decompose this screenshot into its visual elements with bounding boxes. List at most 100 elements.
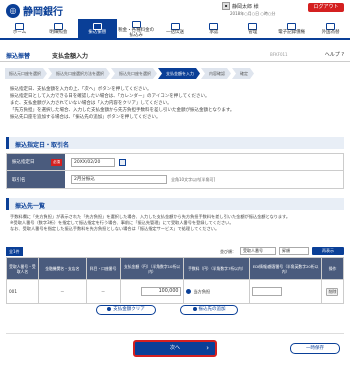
transaction-name-input[interactable]: 2月分振込 — [71, 175, 167, 184]
screen-id: BFKF011 — [270, 52, 288, 57]
bank-logo[interactable]: ◎ 静岡銀行 — [6, 3, 63, 18]
sort-key-value: 受取人番号 — [243, 248, 263, 253]
global-nav: ホーム 明細照会 振込振替 税金・各種料金の払込み 一括伝送 承認 管理 電子記… — [0, 19, 350, 40]
name-note: 全角10文字以内[半角可] — [171, 176, 216, 182]
nav-e-receivables[interactable]: 電子記録債権 — [272, 19, 311, 40]
fee-cell: 当方負担 — [183, 279, 251, 304]
step-item: 確定 — [232, 68, 254, 79]
nav-label: 振込振替 — [88, 30, 107, 36]
help-label: ヘルプ — [324, 52, 340, 58]
action-cell: 削除 — [320, 279, 345, 304]
bank-name: 静岡銀行 — [23, 7, 63, 18]
section-title: 振込先一覧 — [15, 203, 46, 210]
section-title: 振込指定日・取引名 — [15, 142, 70, 149]
column-header: EDI情報/顧客番号（半角英数字20桁以内） — [249, 257, 322, 280]
instructions: 振込指定日、支払金額を入力の上、「次へ」ボタンを押してください。 振込指定日とし… — [10, 86, 340, 121]
count-badge: 全1件 — [6, 247, 23, 256]
transfer-table: 受取人番号・受取人名 金融機関名・支店名 科目・口座番号 支払金額（円）（半角数… — [6, 257, 345, 304]
nav-home[interactable]: ホーム — [0, 19, 39, 40]
amount-input[interactable]: 100,000 — [141, 287, 182, 296]
fee-radio[interactable] — [186, 289, 192, 294]
date-form: 振込指定日 必須 20XX/02/20 取引名 2月分振込 全角10文字以内[半… — [6, 153, 344, 189]
chevron-right-icon: › — [206, 344, 209, 352]
logout-button[interactable]: ログアウト — [308, 3, 344, 12]
home-icon — [14, 23, 24, 31]
field-value: 20XX/02/20 — [65, 154, 343, 170]
column-header: 手数料（円）（半角数字7桁以内） — [183, 257, 251, 280]
next-button[interactable]: 次へ › — [133, 340, 217, 357]
add-payee-button[interactable]: 振込先の追加 — [180, 305, 238, 315]
section-heading-list: 振込先一覧 — [6, 198, 344, 210]
date-label: 振込指定日 — [12, 160, 35, 165]
nav-admin[interactable]: 管理 — [233, 19, 272, 40]
next-label: 次へ — [169, 345, 180, 351]
transfer-icon — [92, 23, 102, 31]
column-header: 受取人番号・受取人名 — [6, 257, 39, 280]
nav-label: 管理 — [248, 30, 258, 36]
edi-cell — [249, 279, 322, 304]
save-label: 一時保存 — [306, 346, 324, 351]
nav-bulk-transfer[interactable]: 一括伝送 — [156, 19, 195, 40]
divider — [6, 333, 344, 334]
statement-icon — [53, 23, 63, 31]
column-header: 金融機関名・支店名 — [37, 257, 87, 280]
page-category: 振込振替 — [6, 53, 31, 60]
table-header-row: 受取人番号・受取人名 金融機関名・支店名 科目・口座番号 支払金額（円）（半角数… — [6, 257, 345, 280]
step-item: 振込先口座選択方法を選択 — [48, 68, 110, 79]
add-label: 振込先の追加 — [198, 307, 226, 312]
sort-key-select[interactable]: 受取人番号 — [240, 247, 276, 255]
resort-button[interactable]: 再表示 — [312, 247, 344, 255]
sort-order-select[interactable]: 昇順 — [279, 247, 309, 255]
description-line: なお、受取人番号を指定した振込手数料を先方負担としない場合は「振込指定サービス」… — [10, 226, 220, 231]
fee-option-label: 当方負担 — [193, 288, 211, 294]
receivable-icon — [287, 23, 297, 31]
temp-save-button[interactable]: 一時保存 — [290, 343, 340, 354]
nav-label: 明細照会 — [49, 30, 68, 36]
nav-label: 一括伝送 — [166, 30, 184, 36]
nav-label: 税金・各種料金の払込み — [118, 27, 155, 38]
nav-label: 外国為替 — [321, 30, 340, 36]
delete-button[interactable]: 削除 — [326, 287, 339, 296]
sort-label: 並び順： — [220, 249, 236, 254]
edi-input[interactable] — [252, 287, 283, 296]
help-link[interactable]: ヘルプ ? — [325, 51, 344, 58]
field-label: 取引名 — [7, 171, 65, 188]
nav-forex[interactable]: 外国為替 — [311, 19, 350, 40]
bulk-icon — [170, 23, 180, 31]
column-header: 支払金額（円）（半角数字10桁以内） — [119, 257, 185, 280]
calendar-icon[interactable] — [119, 158, 126, 166]
nav-transfer[interactable]: 振込振替 — [77, 19, 117, 40]
step-item-current: 支払金額を入力 — [158, 68, 200, 79]
header: ◎ 静岡銀行 ▪ 静岡太郎 様 2018年○月○日 ○時○分 ログアウト ホーム… — [0, 0, 350, 40]
nav-label: 承認 — [209, 30, 219, 36]
payee-number: 001 — [6, 279, 39, 304]
required-badge: 必須 — [51, 159, 62, 166]
nav-tax-payment[interactable]: 税金・各種料金の払込み — [117, 19, 156, 40]
user-name: 静岡太郎 様 — [232, 3, 259, 10]
list-description: 手数料欄に「先方負担」が表示された「先方負担」を選択した場合、入力した支払金額か… — [10, 214, 340, 232]
column-header: 科目・口座番号 — [85, 257, 121, 280]
step-item: 振込元口座を選択 — [5, 68, 47, 79]
clear-label: 支払金額クリア — [113, 307, 145, 312]
amount-cell: 100,000 — [119, 279, 185, 304]
instruction-line: 振込指定日、支払金額を入力の上、「次へ」ボタンを押してください。 — [10, 87, 152, 92]
table-row: 001 － － 100,000 当方負担 削除 — [6, 279, 345, 304]
nav-statement[interactable]: 明細照会 — [39, 19, 78, 40]
page-title-bar: 振込振替 支払金額入力 BFKF011 ヘルプ ? — [0, 46, 350, 62]
nav-label: 電子記録債権 — [278, 30, 306, 36]
page-title: 支払金額入力 — [52, 53, 89, 60]
nav-approval[interactable]: 承認 — [194, 19, 233, 40]
field-value: 2月分振込 全角10文字以内[半角可] — [65, 171, 343, 188]
user-icon: ▪ — [222, 2, 230, 10]
form-row-date: 振込指定日 必須 20XX/02/20 — [7, 154, 343, 171]
step-item: 内容確認 — [201, 68, 231, 79]
instruction-line: 「先方負担」を選択した場合、入力した支払金額から先方負担手数料を差し引いた金額が… — [10, 108, 235, 113]
clear-amount-button[interactable]: 支払金額クリア — [96, 305, 156, 315]
bank-logo-icon: ◎ — [6, 3, 20, 18]
section-heading-date: 振込指定日・取引名 — [6, 137, 344, 149]
sort-order-value: 昇順 — [282, 248, 290, 253]
column-header: 操作 — [320, 257, 345, 280]
field-label: 振込指定日 必須 — [7, 154, 65, 170]
transfer-date-input[interactable]: 20XX/02/20 — [71, 157, 115, 167]
account: － — [85, 279, 121, 304]
